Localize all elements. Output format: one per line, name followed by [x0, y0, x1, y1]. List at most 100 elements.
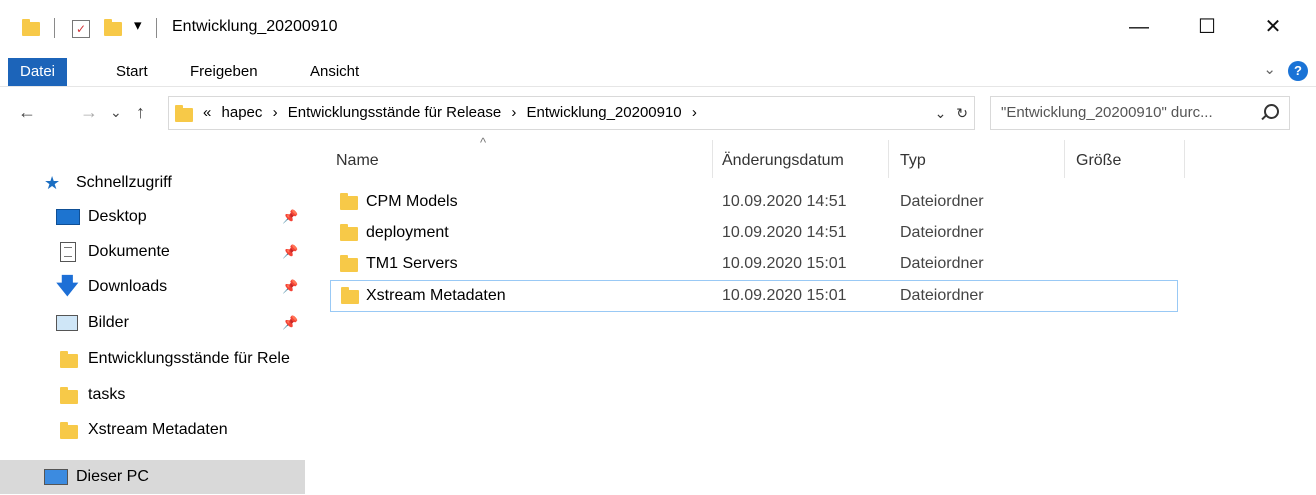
nav-tasks[interactable]: tasks — [0, 378, 305, 412]
nav-label: Schnellzugriff — [76, 174, 172, 191]
file-date: 10.09.2020 14:51 — [722, 193, 847, 210]
sort-ascending-icon: ^ — [480, 135, 487, 150]
breadcrumb-separator[interactable]: › — [692, 104, 697, 121]
quick-access-dropdown-icon[interactable]: ▾ — [134, 16, 142, 34]
ribbon-tabs: Datei Start Freigeben Ansicht ⌄ ? — [0, 58, 1316, 86]
file-date: 10.09.2020 15:01 — [722, 287, 847, 304]
folder-icon — [60, 422, 78, 439]
minimize-button[interactable]: — — [1124, 14, 1154, 40]
column-header-size[interactable]: Größe — [1076, 146, 1121, 176]
breadcrumb-separator[interactable]: › — [511, 104, 516, 121]
nav-quick-access[interactable]: ★ Schnellzugriff — [0, 166, 305, 200]
tab-freigeben[interactable]: Freigeben — [178, 58, 270, 86]
nav-label: Dokumente — [88, 243, 170, 260]
breadcrumb-hapec[interactable]: hapec — [222, 104, 263, 121]
ribbon-collapse-chevron-icon[interactable]: ⌄ — [1263, 60, 1276, 78]
breadcrumb-separator[interactable]: › — [273, 104, 278, 121]
nav-label: Desktop — [88, 208, 147, 225]
breadcrumb: « hapec › Entwicklungsstände für Release… — [203, 97, 703, 129]
nav-desktop[interactable]: Desktop 📌 — [0, 200, 305, 234]
pin-icon[interactable]: 📌 — [282, 235, 298, 269]
column-header-date[interactable]: Änderungsdatum — [722, 146, 844, 176]
nav-label: Entwicklungsstände für Rele — [88, 350, 290, 367]
documents-icon — [60, 242, 76, 262]
window-title: Entwicklung_20200910 — [172, 18, 338, 35]
divider — [156, 18, 157, 38]
breadcrumb-current[interactable]: Entwicklung_20200910 — [527, 104, 682, 121]
star-icon: ★ — [44, 173, 61, 193]
address-dropdown-chevron-icon[interactable]: ⌄ — [935, 105, 947, 121]
nav-this-pc[interactable]: Dieser PC — [0, 460, 305, 494]
divider — [54, 18, 55, 38]
nav-label: Downloads — [88, 278, 168, 295]
file-date: 10.09.2020 14:51 — [722, 224, 847, 241]
folder-icon — [60, 387, 78, 404]
file-name: TM1 Servers — [366, 255, 458, 272]
table-row[interactable]: TM1 Servers 10.09.2020 15:01 Dateiordner — [330, 249, 1178, 279]
nav-xstream-metadaten[interactable]: Xstream Metadaten — [0, 413, 305, 447]
tab-datei[interactable]: Datei — [8, 58, 68, 86]
maximize-button[interactable]: ☐ — [1192, 14, 1222, 40]
tab-start[interactable]: Start — [104, 58, 160, 86]
downloads-icon: 🡇 — [56, 273, 79, 298]
pin-icon[interactable]: 📌 — [282, 270, 298, 304]
breadcrumb-overflow[interactable]: « — [203, 104, 211, 121]
table-row[interactable]: Xstream Metadaten 10.09.2020 15:01 Datei… — [330, 280, 1178, 312]
folder-icon — [340, 193, 358, 210]
file-type: Dateiordner — [900, 287, 984, 304]
file-name: deployment — [366, 224, 449, 241]
forward-arrow-icon[interactable]: → — [80, 102, 98, 123]
table-row[interactable]: CPM Models 10.09.2020 14:51 Dateiordner — [330, 187, 1178, 217]
nav-label: Bilder — [88, 314, 129, 331]
column-divider[interactable] — [1184, 140, 1185, 178]
nav-dokumente[interactable]: Dokumente 📌 — [0, 235, 305, 269]
title-bar: ✓ ▾ Entwicklung_20200910 — ☐ ✕ — [0, 0, 1316, 58]
properties-icon[interactable]: ✓ — [72, 20, 90, 38]
folder-icon — [341, 287, 359, 304]
pin-icon[interactable]: 📌 — [282, 306, 298, 340]
nav-label: tasks — [88, 386, 126, 403]
column-header-name[interactable]: Name — [336, 146, 379, 176]
breadcrumb-entwicklungsstaende[interactable]: Entwicklungsstände für Release — [288, 104, 501, 121]
column-divider[interactable] — [712, 140, 713, 178]
pin-icon[interactable]: 📌 — [282, 200, 298, 234]
nav-bilder[interactable]: Bilder 📌 — [0, 306, 305, 340]
column-divider[interactable] — [888, 140, 889, 178]
file-type: Dateiordner — [900, 193, 984, 210]
nav-entwicklungsstaende[interactable]: Entwicklungsstände für Rele — [0, 342, 305, 376]
recent-locations-chevron-icon[interactable]: ⌄ — [110, 104, 122, 121]
file-type: Dateiordner — [900, 224, 984, 241]
file-name: CPM Models — [366, 193, 458, 210]
new-folder-icon[interactable] — [104, 19, 122, 36]
column-divider[interactable] — [1064, 140, 1065, 178]
folder-icon — [175, 105, 193, 122]
file-type: Dateiordner — [900, 255, 984, 272]
search-box[interactable]: "Entwicklung_20200910" durc... — [990, 96, 1290, 130]
folder-icon — [60, 351, 78, 368]
nav-label: Dieser PC — [76, 468, 149, 485]
desktop-icon — [56, 209, 80, 225]
search-icon[interactable] — [1264, 104, 1279, 119]
nav-label: Xstream Metadaten — [88, 421, 228, 438]
table-row[interactable]: deployment 10.09.2020 14:51 Dateiordner — [330, 218, 1178, 248]
navigation-pane: ★ Schnellzugriff Desktop 📌 Dokumente 📌 🡇… — [0, 160, 305, 495]
computer-icon — [44, 469, 68, 485]
column-header-type[interactable]: Typ — [900, 146, 926, 176]
tab-ansicht[interactable]: Ansicht — [298, 58, 371, 86]
address-controls: ⌄ ↻ — [935, 97, 968, 129]
help-icon[interactable]: ? — [1288, 61, 1308, 81]
back-arrow-icon[interactable]: ← — [18, 102, 36, 123]
folder-icon — [22, 19, 40, 36]
refresh-icon[interactable]: ↻ — [956, 105, 968, 121]
folder-icon — [340, 255, 358, 272]
file-name: Xstream Metadaten — [366, 287, 506, 304]
close-button[interactable]: ✕ — [1258, 14, 1288, 40]
folder-icon — [340, 224, 358, 241]
ribbon-divider — [0, 86, 1316, 87]
nav-downloads[interactable]: 🡇 Downloads 📌 — [0, 270, 305, 304]
up-arrow-icon[interactable]: ↑ — [136, 102, 145, 123]
file-date: 10.09.2020 15:01 — [722, 255, 847, 272]
search-input[interactable]: "Entwicklung_20200910" durc... — [1001, 97, 1213, 129]
pictures-icon — [56, 315, 78, 331]
address-bar[interactable]: « hapec › Entwicklungsstände für Release… — [168, 96, 975, 130]
